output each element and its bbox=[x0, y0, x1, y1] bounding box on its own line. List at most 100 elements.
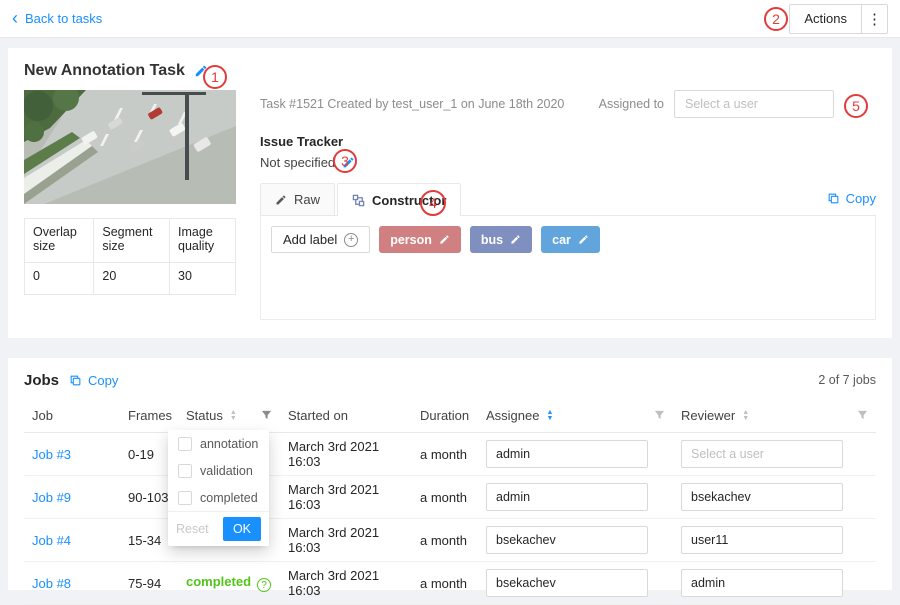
annotation-circle-5: 5 bbox=[844, 94, 868, 118]
status-filter-icon[interactable] bbox=[261, 410, 272, 421]
caret-down-icon: ▼ bbox=[742, 416, 749, 422]
page-title: New Annotation Task bbox=[24, 62, 185, 80]
labels-tabs: Raw Constructor Copy bbox=[260, 183, 876, 216]
column-header-reviewer[interactable]: Reviewer ▲ ▼ bbox=[673, 399, 876, 433]
task-details-card: New Annotation Task bbox=[8, 48, 892, 338]
actions-button[interactable]: Actions ⋮ bbox=[789, 4, 888, 34]
annotation-circle-2: 2 bbox=[764, 7, 788, 31]
assigned-to-input[interactable] bbox=[674, 90, 834, 118]
job-link[interactable]: Job #3 bbox=[32, 447, 71, 462]
table-row: Job #9 90-103 March 3rd 2021 16:03 a mon… bbox=[24, 476, 876, 519]
copy-labels-link[interactable]: Copy bbox=[827, 191, 876, 215]
tab-raw-label: Raw bbox=[294, 192, 320, 207]
job-frames: 75-94 bbox=[120, 562, 178, 605]
more-icon[interactable]: ⋮ bbox=[861, 5, 887, 33]
task-thumbnail bbox=[24, 90, 236, 204]
filter-option-label: annotation bbox=[200, 437, 258, 451]
column-header-frames: Frames bbox=[120, 399, 178, 433]
copy-labels-label: Copy bbox=[846, 191, 876, 206]
label-pill-car[interactable]: car bbox=[541, 226, 600, 253]
filter-ok-button[interactable]: OK bbox=[223, 517, 261, 541]
reviewer-input[interactable] bbox=[681, 483, 843, 511]
add-label-button[interactable]: Add label + bbox=[271, 226, 370, 253]
constructor-icon bbox=[352, 194, 365, 207]
annotation-circle-4: 4 bbox=[420, 190, 446, 216]
back-label: Back to tasks bbox=[25, 11, 102, 26]
issue-tracker-value: Not specified bbox=[260, 155, 335, 170]
job-duration: a month bbox=[412, 562, 478, 605]
job-link[interactable]: Job #4 bbox=[32, 533, 71, 548]
column-header-job: Job bbox=[24, 399, 120, 433]
edit-label-icon bbox=[439, 234, 450, 245]
labels-constructor-panel: Add label + person bus bbox=[260, 216, 876, 320]
column-header-assignee[interactable]: Assignee ▲ ▼ bbox=[478, 399, 673, 433]
filter-reset-button[interactable]: Reset bbox=[176, 522, 209, 536]
assignee-input[interactable] bbox=[486, 440, 648, 468]
table-row: Job #3 0-19 March 3rd 2021 16:03 a month bbox=[24, 433, 876, 476]
filter-option-completed[interactable]: completed bbox=[168, 484, 269, 511]
sort-carets[interactable]: ▲ ▼ bbox=[742, 410, 749, 421]
column-header-duration: Duration bbox=[412, 399, 478, 433]
assignee-input[interactable] bbox=[486, 483, 648, 511]
task-params-table: Overlap size Segment size Image quality … bbox=[24, 218, 236, 295]
job-started: March 3rd 2021 16:03 bbox=[280, 519, 412, 562]
table-row: Job #4 15-34 March 3rd 2021 16:03 a mont… bbox=[24, 519, 876, 562]
param-header-overlap: Overlap size bbox=[25, 219, 94, 263]
job-status: completed? bbox=[178, 562, 280, 605]
table-row: Job #8 75-94 completed? March 3rd 2021 1… bbox=[24, 562, 876, 605]
annotation-circle-1: 1 bbox=[203, 65, 227, 89]
param-value-overlap: 0 bbox=[25, 263, 94, 295]
jobs-title: Jobs bbox=[24, 372, 59, 389]
job-duration: a month bbox=[412, 519, 478, 562]
job-link[interactable]: Job #8 bbox=[32, 576, 71, 591]
task-meta: Task #1521 Created by test_user_1 on Jun… bbox=[260, 97, 564, 111]
reviewer-input[interactable] bbox=[681, 526, 843, 554]
add-label-text: Add label bbox=[283, 232, 337, 247]
param-value-segment: 20 bbox=[94, 263, 170, 295]
status-text: completed bbox=[186, 574, 251, 589]
caret-down-icon: ▼ bbox=[546, 416, 553, 422]
param-header-quality: Image quality bbox=[170, 219, 236, 263]
job-link[interactable]: Job #9 bbox=[32, 490, 71, 505]
back-to-tasks-link[interactable]: ‹ Back to tasks bbox=[12, 11, 102, 27]
filter-option-label: completed bbox=[200, 491, 258, 505]
filter-option-validation[interactable]: validation bbox=[168, 457, 269, 484]
column-header-status[interactable]: Status ▲ ▼ bbox=[178, 399, 280, 433]
param-header-segment: Segment size bbox=[94, 219, 170, 263]
caret-down-icon: ▼ bbox=[230, 416, 237, 422]
assignee-input[interactable] bbox=[486, 526, 648, 554]
jobs-count: 2 of 7 jobs bbox=[818, 373, 876, 387]
annotation-circle-3: 3 bbox=[333, 149, 357, 173]
jobs-card: Jobs Copy 2 of 7 jobs Job Frames Status … bbox=[8, 358, 892, 590]
status-filter-dropdown: annotation validation completed Reset OK bbox=[168, 430, 269, 546]
label-pill-bus[interactable]: bus bbox=[470, 226, 532, 253]
sort-carets[interactable]: ▲ ▼ bbox=[546, 410, 553, 421]
label-name: car bbox=[552, 233, 571, 247]
column-label-reviewer: Reviewer bbox=[681, 408, 735, 423]
sort-carets[interactable]: ▲ ▼ bbox=[230, 410, 237, 421]
assignee-input[interactable] bbox=[486, 569, 648, 597]
copy-jobs-link[interactable]: Copy bbox=[69, 373, 118, 388]
filter-option-annotation[interactable]: annotation bbox=[168, 430, 269, 457]
job-started: March 3rd 2021 16:03 bbox=[280, 562, 412, 605]
edit-label-icon bbox=[578, 234, 589, 245]
jobs-table: Job Frames Status ▲ ▼ Started on bbox=[24, 399, 876, 605]
checkbox-icon bbox=[178, 437, 192, 451]
copy-icon bbox=[827, 192, 840, 205]
label-pill-person[interactable]: person bbox=[379, 226, 461, 253]
back-chevron-icon: ‹ bbox=[12, 9, 18, 27]
pencil-icon bbox=[275, 194, 287, 206]
filter-option-label: validation bbox=[200, 464, 253, 478]
reviewer-filter-icon[interactable] bbox=[857, 410, 868, 421]
plus-circle-icon: + bbox=[344, 233, 358, 247]
assignee-filter-icon[interactable] bbox=[654, 410, 665, 421]
edit-label-icon bbox=[510, 234, 521, 245]
status-help-icon[interactable]: ? bbox=[257, 578, 271, 592]
tab-raw[interactable]: Raw bbox=[260, 183, 335, 215]
param-value-quality: 30 bbox=[170, 263, 236, 295]
reviewer-input[interactable] bbox=[681, 440, 843, 468]
actions-label[interactable]: Actions bbox=[790, 5, 861, 33]
checkbox-icon bbox=[178, 464, 192, 478]
reviewer-input[interactable] bbox=[681, 569, 843, 597]
job-started: March 3rd 2021 16:03 bbox=[280, 476, 412, 519]
